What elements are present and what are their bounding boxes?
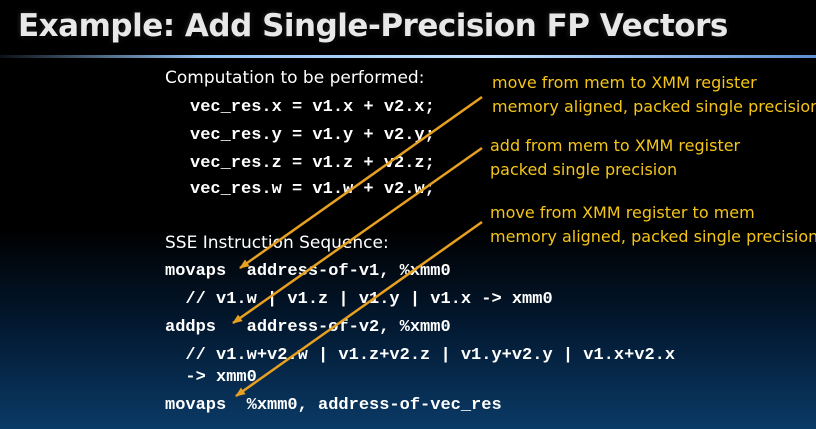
annotation-arrows: [232, 95, 483, 398]
arrow-movaps-store: [235, 220, 483, 398]
arrow-movaps-load: [239, 95, 483, 270]
arrow-addps: [232, 146, 483, 325]
